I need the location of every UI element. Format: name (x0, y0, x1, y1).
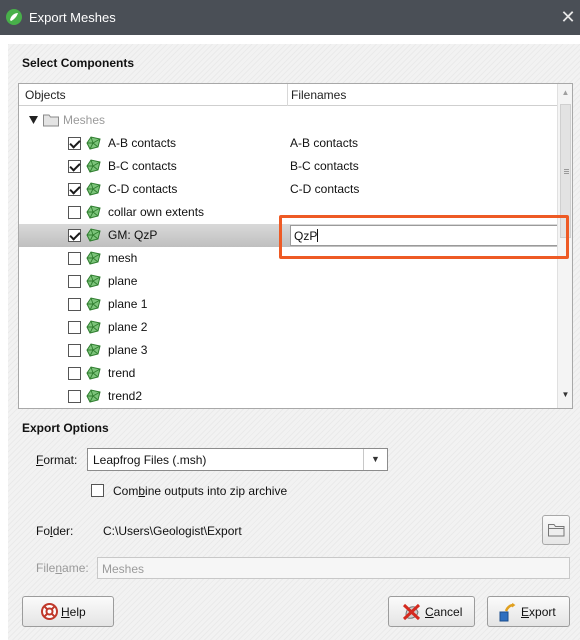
app-icon (6, 9, 22, 25)
mesh-icon (85, 296, 102, 312)
item-label: mesh (108, 251, 138, 265)
meshes-folder-row[interactable]: Meshes (19, 109, 557, 132)
filename-field[interactable]: Meshes (97, 557, 570, 579)
list-item[interactable]: plane 3 (19, 339, 557, 362)
format-select[interactable]: Leapfrog Files (.msh) ▼ (87, 448, 388, 471)
format-label: Format: (36, 453, 78, 467)
item-checkbox[interactable] (68, 252, 81, 265)
cancel-button[interactable]: Cancel (388, 596, 475, 627)
help-button[interactable]: Help (22, 596, 114, 627)
filenames-column-header[interactable]: Filenames (291, 88, 346, 102)
item-filename[interactable]: A-B contacts (290, 136, 358, 150)
folder-path: C:\Users\Geologist\Export (103, 524, 242, 538)
item-checkbox[interactable] (68, 137, 81, 150)
item-checkbox[interactable] (68, 183, 81, 196)
item-label: plane 1 (108, 297, 148, 311)
folder-label: Meshes (63, 113, 106, 127)
filename-edit-value: QzP (294, 229, 318, 243)
mesh-icon (85, 365, 102, 381)
objects-column-header[interactable]: Objects (25, 88, 66, 102)
window-title: Export Meshes (29, 10, 116, 25)
combine-zip-checkbox[interactable] (91, 484, 104, 497)
list-item[interactable]: A-B contacts A-B contacts (19, 132, 557, 155)
column-divider[interactable] (287, 84, 288, 106)
list-item[interactable]: GM: QzP QzP (19, 224, 558, 247)
list-item[interactable]: plane 1 (19, 293, 557, 316)
item-label: GM: QzP (108, 228, 158, 242)
mesh-icon (85, 250, 102, 266)
item-label: C-D contacts (108, 182, 178, 196)
item-checkbox[interactable] (68, 344, 81, 357)
scroll-grip (564, 169, 569, 170)
item-checkbox[interactable] (68, 160, 81, 173)
combine-zip-label[interactable]: Combine outputs into zip archive (113, 484, 287, 498)
export-button[interactable]: Export (487, 596, 570, 627)
item-filename[interactable]: C-D contacts (290, 182, 359, 196)
tree-header: Objects Filenames (19, 84, 557, 106)
export-button-label: Export (521, 605, 556, 619)
mesh-icon (85, 135, 102, 151)
filename-value: Meshes (102, 562, 145, 576)
item-label: B-C contacts (108, 159, 177, 173)
mesh-icon (85, 204, 102, 220)
item-label: plane 2 (108, 320, 148, 334)
item-checkbox[interactable] (68, 229, 81, 242)
cancel-button-label: Cancel (425, 605, 463, 619)
text-caret (317, 229, 319, 242)
folder-browse-icon (548, 524, 565, 537)
item-label: trend2 (108, 389, 143, 403)
expand-arrow-icon[interactable] (29, 116, 38, 124)
filename-label: Filename: (36, 561, 89, 575)
list-item[interactable]: trend (19, 362, 557, 385)
folder-icon (43, 114, 59, 127)
export-icon (499, 603, 516, 622)
list-item[interactable]: collar own extents (19, 201, 557, 224)
tree-scrollbar[interactable]: ▲ ▼ (557, 84, 572, 408)
item-checkbox[interactable] (68, 298, 81, 311)
components-tree[interactable]: Objects Filenames Meshes A-B contacts A-B… (18, 83, 573, 409)
mesh-icon (85, 181, 102, 197)
export-meshes-dialog: Export Meshes ✕ Select Components Object… (0, 0, 580, 640)
scroll-down-icon[interactable]: ▼ (558, 386, 572, 404)
cancel-icon (402, 603, 421, 621)
export-options-heading: Export Options (22, 421, 109, 435)
mesh-icon (85, 388, 102, 404)
item-checkbox[interactable] (68, 321, 81, 334)
item-label: collar own extents (108, 205, 205, 219)
item-checkbox[interactable] (68, 390, 81, 403)
mesh-icon (85, 158, 102, 174)
list-item[interactable]: plane 2 (19, 316, 557, 339)
list-item[interactable]: trend2 (19, 385, 557, 408)
scroll-up-icon[interactable]: ▲ (558, 84, 572, 102)
browse-folder-button[interactable] (542, 515, 570, 545)
item-checkbox[interactable] (68, 275, 81, 288)
close-icon[interactable]: ✕ (557, 7, 579, 27)
filename-edit-input[interactable]: QzP (290, 225, 558, 246)
list-item[interactable]: C-D contacts C-D contacts (19, 178, 557, 201)
mesh-icon (85, 319, 102, 335)
item-checkbox[interactable] (68, 367, 81, 380)
item-label: trend (108, 366, 136, 380)
list-item[interactable]: plane (19, 270, 557, 293)
format-value: Leapfrog Files (.msh) (93, 453, 207, 467)
help-button-label: Help (61, 605, 86, 619)
item-label: A-B contacts (108, 136, 177, 150)
mesh-icon (85, 273, 102, 289)
title-bar: Export Meshes ✕ (0, 0, 580, 35)
item-filename[interactable]: B-C contacts (290, 159, 359, 173)
help-icon (41, 603, 58, 620)
folder-label: Folder: (36, 524, 74, 538)
item-checkbox[interactable] (68, 206, 81, 219)
item-label: plane (108, 274, 138, 288)
scroll-thumb[interactable] (560, 104, 571, 238)
item-label: plane 3 (108, 343, 148, 357)
select-components-heading: Select Components (22, 56, 135, 70)
list-item[interactable]: mesh (19, 247, 557, 270)
mesh-icon (85, 227, 102, 243)
mesh-icon (85, 342, 102, 358)
list-item[interactable]: B-C contacts B-C contacts (19, 155, 557, 178)
chevron-down-icon[interactable]: ▼ (363, 449, 387, 470)
